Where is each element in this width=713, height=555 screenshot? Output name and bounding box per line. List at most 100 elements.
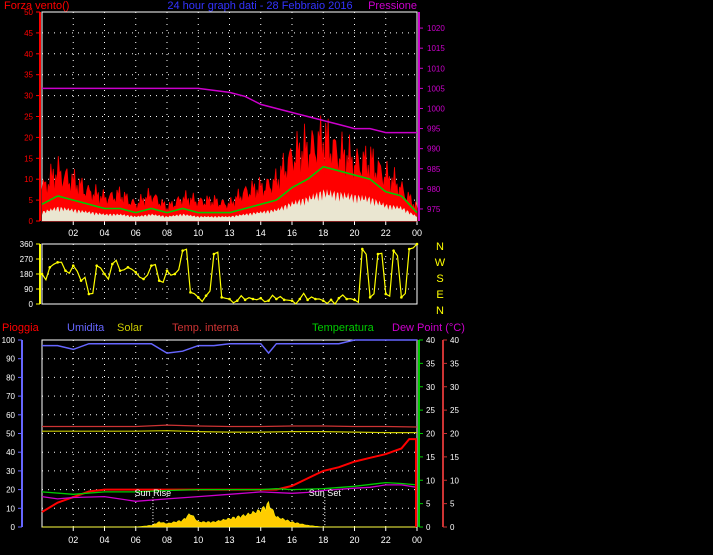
wind-direction-point — [142, 277, 145, 281]
legend-label: Temperatura — [312, 322, 375, 334]
wind-direction-point — [236, 299, 239, 302]
wind-direction-point — [329, 298, 333, 302]
wind-direction-point — [87, 292, 91, 296]
panel1-x-tick-label: 22 — [381, 228, 391, 238]
wind-direction-point — [204, 294, 208, 297]
panel1-right-tick-label: 985 — [427, 165, 441, 174]
wind-direction-point — [376, 252, 380, 256]
panel3-left-tick-label: 60 — [6, 411, 15, 420]
wind-direction-point — [345, 297, 348, 301]
panel3-x-tick-label: 14 — [256, 535, 266, 545]
dew-point-series — [41, 484, 418, 502]
panel3-x-tick-label: 08 — [162, 535, 172, 545]
wind-direction-point — [337, 296, 341, 300]
wind-direction-point — [181, 249, 184, 252]
wind-direction-point — [275, 297, 278, 301]
panel1-x-tick-label: 10 — [193, 228, 203, 238]
wind-direction-point — [56, 261, 59, 264]
panel2-left-tick-label: 270 — [20, 255, 34, 264]
panel3-x-tick-label: 00 — [412, 535, 422, 545]
panel1-right-title: Pressione — [368, 0, 417, 12]
legend-label: Solar — [117, 322, 143, 334]
weather-graphs: 0 5 10 15 20 25 30 35 40 45 50 975 980 985 990 995 1000 1… — [0, 0, 713, 555]
panel3-right-tick-label-red: 10 — [450, 476, 459, 485]
wind-direction-point — [353, 298, 356, 302]
wind-direction-point — [95, 264, 98, 267]
panel1-x-tick-label: 08 — [162, 228, 172, 238]
panel3-x-tick-label: 22 — [381, 535, 391, 545]
panel3-right-tick-label-red: 30 — [450, 383, 459, 392]
panel3-right-tick-label-red: 35 — [450, 359, 459, 368]
panel3-left-tick-label: 100 — [2, 336, 16, 345]
legend-label: Pioggia — [2, 322, 40, 334]
panel3-right-tick-label-red: 25 — [450, 406, 459, 415]
panel1-x-tick-label: 06 — [131, 228, 141, 238]
panel2-left-tick-label: 360 — [20, 240, 34, 249]
panel3-right-tick-label-green: 40 — [426, 336, 435, 345]
compass-label: N — [436, 305, 444, 317]
panel1-right-tick-label: 1005 — [427, 84, 445, 93]
panel3-left-tick-label: 0 — [11, 523, 16, 532]
panel1-left-tick-label: 20 — [24, 133, 33, 142]
wind-direction-point — [103, 272, 106, 276]
panel1-right-tick-label: 975 — [427, 205, 441, 214]
panel3-x-tick-label: 18 — [318, 535, 328, 545]
wind-direction-point — [71, 264, 75, 267]
panel3-right-tick-label-red: 0 — [450, 523, 455, 532]
wind-direction-point — [64, 269, 67, 272]
panel3-x-tick-label: 02 — [68, 535, 78, 545]
panel3-right-tick-label-red: 15 — [450, 453, 459, 462]
panel3-right-tick-label-red: 5 — [450, 500, 455, 509]
panel1-right-tick-label: 1020 — [427, 24, 445, 33]
panel3-x-tick-label: 13 — [224, 535, 234, 545]
wind-direction-point — [314, 297, 317, 301]
panel3-right-tick-label-green: 10 — [426, 476, 435, 485]
panel1-left-tick-label: 25 — [24, 113, 33, 122]
panel1-left-tick-label: 45 — [24, 29, 33, 38]
panel1-left-tick-label: 15 — [24, 154, 33, 163]
panel1-left-tick-label: 30 — [24, 92, 33, 101]
panel1-x-tick-label: 04 — [99, 228, 109, 238]
wind-direction-point — [48, 266, 52, 269]
panel1-right-tick-label: 1015 — [427, 44, 445, 53]
wind-direction-point — [243, 298, 247, 302]
panel3-x-tick-label: 10 — [193, 535, 203, 545]
wind-direction-point — [290, 299, 294, 302]
panel3-right-tick-label-green: 15 — [426, 453, 435, 462]
wind-direction-point — [392, 249, 395, 252]
legend-label: Umidita — [67, 322, 105, 334]
panel1-left-tick-label: 0 — [29, 217, 34, 226]
panel1-x-tick-label: 14 — [256, 228, 266, 238]
panel1-x-tick-label: 16 — [287, 228, 297, 238]
wind-direction-point — [126, 266, 130, 269]
panel1-left-tick-label: 5 — [29, 196, 34, 205]
panel2-left-tick-label: 90 — [24, 285, 33, 294]
sun-annotation: Sun Set — [309, 488, 342, 498]
wind-direction-point — [306, 298, 309, 302]
panel3-x-tick-label: 04 — [99, 535, 109, 545]
compass-label: E — [436, 289, 443, 301]
panel3-left-tick-label: 80 — [6, 373, 15, 382]
panel3-left-tick-label: 40 — [6, 448, 15, 457]
panel1-x-tick-label: 00 — [412, 228, 422, 238]
legend-label: Dew Point (°C) — [392, 322, 465, 334]
panel3-x-tick-label: 06 — [131, 535, 141, 545]
compass-label: N — [436, 241, 444, 253]
panel1-x-tick-label: 02 — [68, 228, 78, 238]
panel3-right-tick-label-green: 20 — [426, 430, 435, 439]
panel3-right-tick-label-red: 40 — [450, 336, 459, 345]
legend-label: Temp. interna — [172, 322, 240, 334]
wind-direction-point — [407, 247, 411, 251]
panel1-right-tick-label: 1000 — [427, 104, 445, 113]
wind-direction-point — [384, 292, 388, 296]
panel3-left-tick-label: 20 — [6, 486, 15, 495]
panel3-right-tick-label-red: 20 — [450, 430, 459, 439]
wind-direction-point — [361, 247, 364, 251]
panel1-right-tick-label: 990 — [427, 145, 441, 154]
panel1-right-tick-label: 980 — [427, 185, 441, 194]
wind-direction-point — [267, 299, 270, 302]
panel3-left-tick-label: 70 — [6, 392, 15, 401]
panel3-x-tick-label: 16 — [287, 535, 297, 545]
sun-annotation: Sun Rise — [135, 488, 172, 498]
panel3-right-tick-label-green: 30 — [426, 383, 435, 392]
